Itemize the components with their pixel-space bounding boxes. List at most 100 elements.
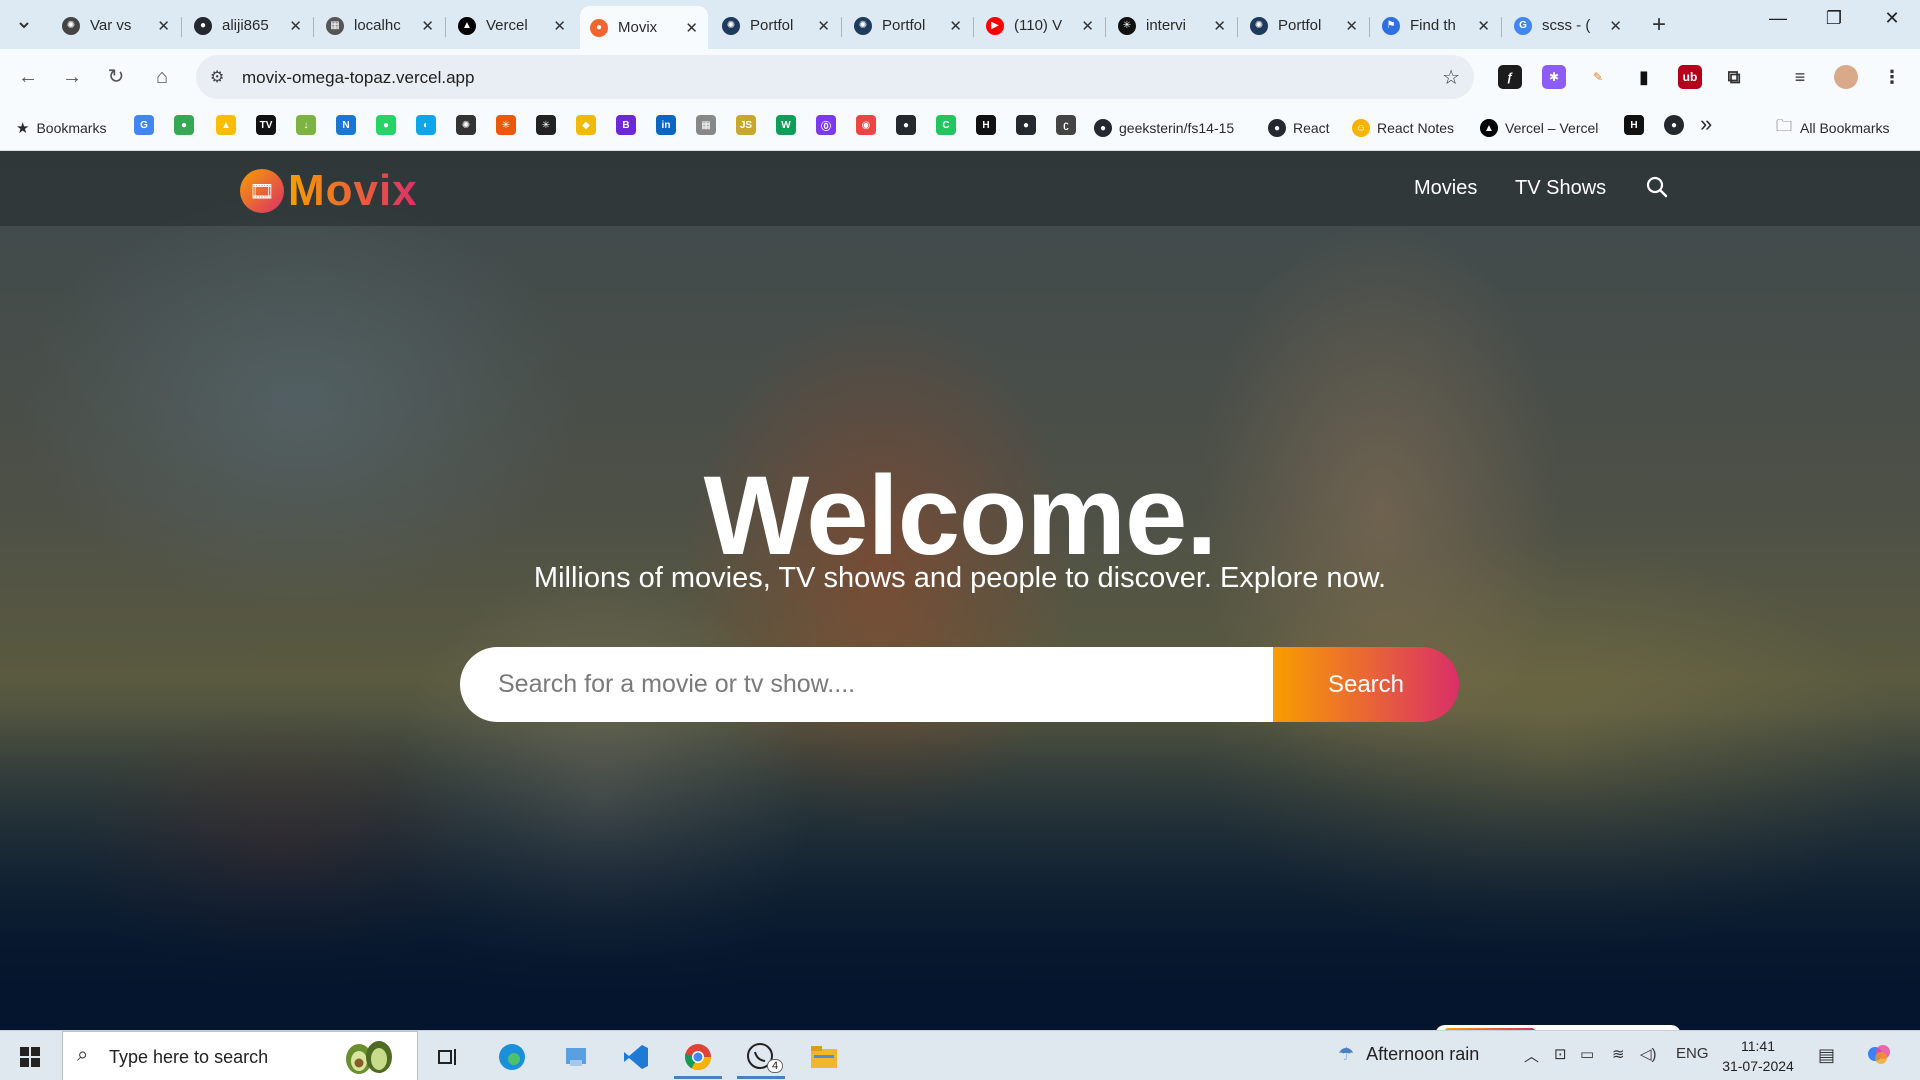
- extension-gear-icon[interactable]: ✱: [1542, 65, 1566, 89]
- back-icon[interactable]: ←: [14, 63, 42, 91]
- url-text[interactable]: movix-omega-topaz.vercel.app: [242, 68, 474, 88]
- all-bookmarks-button[interactable]: 🗀 All Bookmarks: [1776, 118, 1889, 138]
- edge-browser-icon[interactable]: [484, 1035, 540, 1079]
- bookmark-github-icon[interactable]: ●: [1016, 115, 1036, 135]
- browser-tab[interactable]: ✺ Portfol ✕: [1240, 8, 1368, 43]
- windows-start-icon[interactable]: [10, 1043, 50, 1071]
- wifi-icon[interactable]: ≋: [1612, 1045, 1625, 1063]
- file-explorer-icon[interactable]: [796, 1035, 852, 1079]
- bookmark-download-icon[interactable]: ↓: [296, 115, 316, 135]
- bookmarks-button[interactable]: ★ Bookmarks: [16, 118, 106, 138]
- bookmark-github-icon[interactable]: ●: [896, 115, 916, 135]
- chrome-icon[interactable]: [670, 1035, 726, 1079]
- search-icon[interactable]: [1645, 175, 1669, 199]
- tab-close-icon[interactable]: ✕: [553, 17, 566, 35]
- bookmark-vercel[interactable]: ▲ Vercel – Vercel: [1480, 118, 1598, 138]
- bookmark-tradingview-icon[interactable]: TV: [256, 115, 276, 135]
- menu-kebab-icon[interactable]: ⋮: [1880, 65, 1904, 89]
- more-bookmarks-button[interactable]: »: [1700, 111, 1712, 136]
- tab-close-icon[interactable]: ✕: [949, 17, 962, 35]
- language-indicator[interactable]: ENG: [1676, 1045, 1709, 1062]
- bookmark-app-icon[interactable]: ◐: [416, 115, 436, 135]
- extension-color-picker-icon[interactable]: ✎: [1586, 65, 1610, 89]
- bookmark-geeksterin[interactable]: ● geeksterin/fs14-15: [1094, 118, 1234, 138]
- tab-close-icon[interactable]: ✕: [421, 17, 434, 35]
- browser-tab[interactable]: ▲ Vercel ✕: [448, 8, 576, 43]
- bookmark-app-icon[interactable]: ▦: [696, 115, 716, 135]
- home-icon[interactable]: ⌂: [148, 63, 176, 91]
- browser-tab[interactable]: Gscss - (✕: [1504, 8, 1632, 43]
- tab-close-icon[interactable]: ✕: [157, 17, 170, 35]
- tab-close-icon[interactable]: ✕: [1213, 17, 1226, 35]
- bookmark-ai-app-icon[interactable]: ✳: [536, 115, 556, 135]
- bookmark-n-app-icon[interactable]: N: [336, 115, 356, 135]
- browser-tab[interactable]: ✺ Var vs ✕: [52, 8, 180, 43]
- bookmark-hn-icon[interactable]: H: [976, 115, 996, 135]
- bookmark-react-notes[interactable]: ☺ React Notes: [1352, 118, 1454, 138]
- browser-tab[interactable]: ⚑ Find th ✕: [1372, 8, 1500, 43]
- profile-avatar[interactable]: [1834, 65, 1858, 89]
- battery-icon[interactable]: ▭: [1580, 1045, 1594, 1063]
- tab-close-icon[interactable]: ✕: [1081, 17, 1094, 35]
- browser-tab[interactable]: ✺ Portfol ✕: [844, 8, 972, 43]
- media-control-icon[interactable]: ≡: [1788, 65, 1812, 89]
- site-settings-icon[interactable]: ⚙: [210, 67, 224, 87]
- forward-icon[interactable]: →: [58, 63, 86, 91]
- whatsapp-icon[interactable]: 4: [733, 1035, 789, 1079]
- file-app-icon[interactable]: [548, 1035, 604, 1079]
- browser-tab[interactable]: ▦ localhc ✕: [316, 8, 444, 43]
- extension-ublock-icon[interactable]: ub: [1678, 65, 1702, 89]
- browser-tab[interactable]: ● aliji865 ✕: [184, 8, 312, 43]
- tab-close-icon[interactable]: ✕: [685, 19, 698, 37]
- taskbar-search[interactable]: ⌕ Type here to search: [62, 1031, 418, 1080]
- bookmark-star-icon[interactable]: ☆: [1442, 65, 1460, 90]
- hero-search-button[interactable]: Search: [1273, 647, 1459, 722]
- tab-close-icon[interactable]: ✕: [1477, 17, 1490, 35]
- bookmark-grammarly-icon[interactable]: C: [936, 115, 956, 135]
- tab-close-icon[interactable]: ✕: [1609, 17, 1622, 35]
- nav-tv-shows[interactable]: TV Shows: [1515, 177, 1606, 200]
- bookmark-binance-icon[interactable]: ◆: [576, 115, 596, 135]
- extensions-puzzle-icon[interactable]: ⧉: [1722, 65, 1746, 89]
- extension-fx-icon[interactable]: ƒ: [1498, 65, 1522, 89]
- bookmark-js-icon[interactable]: JS: [736, 115, 756, 135]
- bookmark-app-icon[interactable]: ⓪: [816, 115, 836, 135]
- bookmark-app-icon[interactable]: ʗ: [1056, 115, 1076, 135]
- bookmark-chatgpt-icon[interactable]: ✺: [456, 115, 476, 135]
- browser-tab[interactable]: ▶ (110) V ✕: [976, 8, 1104, 43]
- reload-icon[interactable]: ↻: [102, 63, 130, 91]
- extension-bookmark-icon[interactable]: ▮: [1632, 65, 1656, 89]
- bookmark-hn-icon[interactable]: H: [1624, 115, 1644, 135]
- bookmark-linkedin-icon[interactable]: in: [656, 115, 676, 135]
- chevron-up-icon[interactable]: ︿: [1524, 1045, 1539, 1066]
- tab-search-button[interactable]: [8, 10, 40, 40]
- browser-tab[interactable]: ✺ Portfol ✕: [712, 8, 840, 43]
- bookmark-google-drive-icon[interactable]: ▲: [216, 115, 236, 135]
- close-window-icon[interactable]: ✕: [1872, 8, 1912, 29]
- bookmark-app-icon[interactable]: ◉: [856, 115, 876, 135]
- notifications-icon[interactable]: ▤: [1818, 1045, 1835, 1066]
- browser-tab[interactable]: ✳ intervi ✕: [1108, 8, 1236, 43]
- address-bar[interactable]: ⚙ movix-omega-topaz.vercel.app ☆: [196, 55, 1474, 99]
- task-view-icon[interactable]: [420, 1035, 476, 1079]
- clock[interactable]: 11:41 31-07-2024: [1718, 1036, 1798, 1076]
- bookmark-claude-icon[interactable]: ✳: [496, 115, 516, 135]
- browser-tab[interactable]: ● Movix ✕: [580, 6, 708, 49]
- restore-icon[interactable]: ❐: [1814, 8, 1854, 29]
- bookmark-google-maps-icon[interactable]: ●: [174, 115, 194, 135]
- tab-close-icon[interactable]: ✕: [1345, 17, 1358, 35]
- bookmark-google-translate-icon[interactable]: G: [134, 115, 154, 135]
- vscode-icon[interactable]: [608, 1035, 664, 1079]
- copilot-icon[interactable]: [1866, 1041, 1892, 1071]
- weather-widget[interactable]: ☂ Afternoon rain: [1338, 1044, 1479, 1065]
- bookmark-whatsapp-icon[interactable]: ●: [376, 115, 396, 135]
- camera-icon[interactable]: ⊡: [1554, 1045, 1567, 1063]
- tab-close-icon[interactable]: ✕: [817, 17, 830, 35]
- tab-close-icon[interactable]: ✕: [289, 17, 302, 35]
- bookmark-w-app-icon[interactable]: W: [776, 115, 796, 135]
- nav-movies[interactable]: Movies: [1414, 177, 1477, 200]
- new-tab-button[interactable]: +: [1652, 11, 1666, 39]
- bookmark-react[interactable]: ● React: [1268, 118, 1330, 138]
- hero-search-input[interactable]: [460, 647, 1273, 722]
- bookmark-github-icon[interactable]: ●: [1664, 115, 1684, 135]
